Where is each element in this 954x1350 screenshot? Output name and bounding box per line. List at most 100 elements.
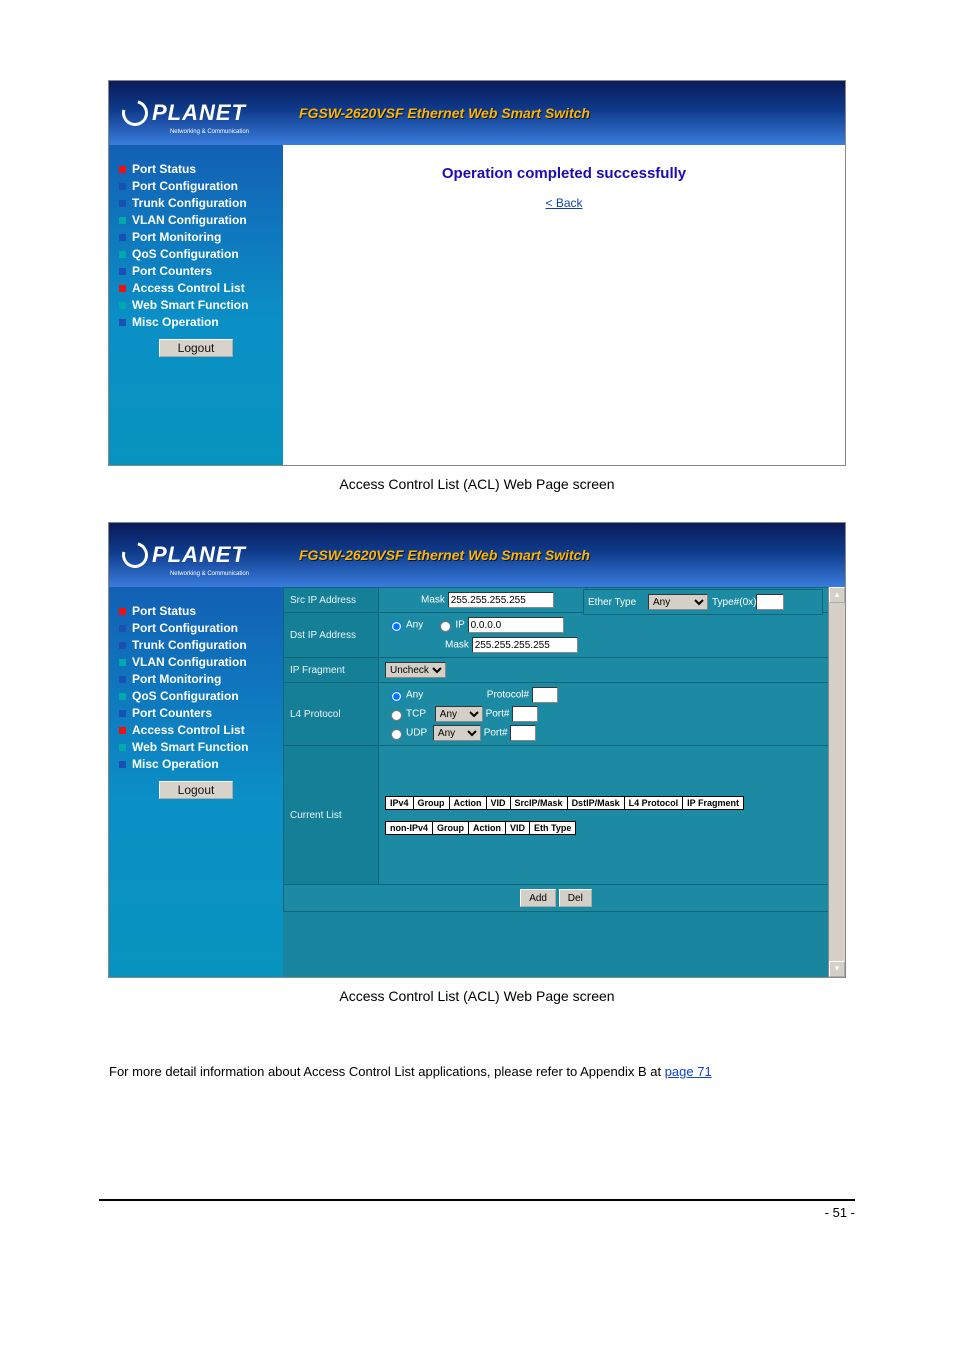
dst-ip-input[interactable] (468, 617, 564, 633)
bullet-icon (119, 200, 126, 207)
logout-button[interactable]: Logout (159, 781, 234, 799)
sidebar-item-trunk-config[interactable]: Trunk Configuration (119, 638, 273, 652)
l4-label: L4 Protocol (284, 683, 379, 746)
nav-label: Access Control List (132, 723, 245, 737)
ip-frag-label: IP Fragment (284, 658, 379, 683)
sidebar-item-misc[interactable]: Misc Operation (119, 315, 273, 329)
sidebar-item-misc[interactable]: Misc Operation (119, 757, 273, 771)
sidebar-item-vlan-config[interactable]: VLAN Configuration (119, 655, 273, 669)
nav-label: Access Control List (132, 281, 245, 295)
th: Action (469, 821, 506, 834)
ether-type-label: Ether Type (588, 597, 648, 608)
scroll-down-icon[interactable]: ▾ (829, 961, 845, 977)
bullet-icon (119, 659, 126, 666)
ip-frag-select[interactable]: Uncheck (385, 662, 446, 678)
main-panel: ▴ ▾ Ether Type Any Type#(0x) Src IP Addr… (283, 587, 845, 977)
bullet-icon (119, 251, 126, 258)
nav-label: Port Configuration (132, 179, 238, 193)
brand-logo: PLANET Networking & Communication (109, 81, 259, 145)
bullet-icon (119, 625, 126, 632)
src-ip-label: Src IP Address (284, 588, 379, 613)
add-button[interactable]: Add (520, 889, 556, 907)
scroll-up-icon[interactable]: ▴ (829, 587, 845, 603)
nav-label: VLAN Configuration (132, 655, 247, 669)
sidebar-item-qos-config[interactable]: QoS Configuration (119, 689, 273, 703)
sidebar-item-qos-config[interactable]: QoS Configuration (119, 247, 273, 261)
page-link[interactable]: page 71 (665, 1064, 712, 1079)
th: VID (506, 821, 530, 834)
dst-ip-label: Dst IP Address (284, 613, 379, 658)
l4-udp-port-input[interactable] (510, 725, 536, 741)
l4-cell: Any Protocol# TCP Any Port# (379, 683, 829, 746)
l4-tcp-port-input[interactable] (512, 706, 538, 722)
sidebar-item-port-status[interactable]: Port Status (119, 604, 273, 618)
bullet-icon (119, 285, 126, 292)
l4-any-label: Any (406, 689, 423, 700)
nav-label: Port Configuration (132, 621, 238, 635)
banner: PLANET Networking & Communication FGSW-2… (109, 523, 845, 587)
bullet-icon (119, 676, 126, 683)
main-panel: Operation completed successfully < Back (283, 145, 845, 465)
body-paragraph: For more detail information about Access… (109, 1064, 845, 1079)
logo-ring-icon (117, 95, 153, 131)
dst-ip-any-radio[interactable] (390, 621, 403, 632)
sidebar-item-port-monitor[interactable]: Port Monitoring (119, 230, 273, 244)
sidebar-item-port-config[interactable]: Port Configuration (119, 179, 273, 193)
l4-tcp-select[interactable]: Any (435, 706, 483, 722)
nav-label: Trunk Configuration (132, 638, 247, 652)
sidebar-item-acl[interactable]: Access Control List (119, 281, 273, 295)
scrollbar[interactable]: ▴ ▾ (828, 587, 845, 977)
nav-label: Misc Operation (132, 757, 219, 771)
ether-typehex-input[interactable] (756, 594, 784, 610)
footer-rule (99, 1199, 855, 1201)
l4-udp-radio[interactable] (390, 729, 403, 740)
th: Action (449, 796, 486, 809)
ipv4-header-table: IPv4 Group Action VID SrcIP/Mask DstIP/M… (385, 796, 744, 810)
bullet-icon (119, 217, 126, 224)
th: Group (413, 796, 449, 809)
bullet-icon (119, 761, 126, 768)
para-text: For more detail information about Access… (109, 1064, 665, 1079)
l4-tcp-radio[interactable] (390, 710, 403, 721)
back-link[interactable]: < Back (545, 196, 582, 210)
th: Eth Type (530, 821, 576, 834)
bullet-icon (119, 166, 126, 173)
acl-form: ▴ ▾ Ether Type Any Type#(0x) Src IP Addr… (283, 587, 845, 977)
sidebar-item-port-config[interactable]: Port Configuration (119, 621, 273, 635)
dst-ip-mask-input[interactable] (472, 637, 578, 653)
src-ip-mask-input[interactable] (448, 592, 554, 608)
ip-frag-cell: Uncheck (379, 658, 829, 683)
screenshot-success: PLANET Networking & Communication FGSW-2… (108, 80, 846, 466)
sidebar-item-vlan-config[interactable]: VLAN Configuration (119, 213, 273, 227)
ether-type-select[interactable]: Any (648, 594, 708, 610)
figure-caption-1: Access Control List (ACL) Web Page scree… (109, 476, 845, 492)
sidebar-item-trunk-config[interactable]: Trunk Configuration (119, 196, 273, 210)
logo-ring-icon (117, 537, 153, 573)
l4-tcp-port-label: Port# (486, 708, 510, 719)
logout-button[interactable]: Logout (159, 339, 234, 357)
th: Group (433, 821, 469, 834)
nav-label: Port Status (132, 604, 196, 618)
l4-any-radio[interactable] (390, 691, 403, 702)
current-list-label: Current List (284, 746, 379, 885)
th: VID (486, 796, 510, 809)
sidebar: Port Status Port Configuration Trunk Con… (109, 145, 283, 465)
bullet-icon (119, 268, 126, 275)
l4-udp-select[interactable]: Any (433, 725, 481, 741)
sidebar-item-web-smart[interactable]: Web Smart Function (119, 740, 273, 754)
src-ip-cell: Mask (379, 588, 587, 613)
banner: PLANET Networking & Communication FGSW-2… (109, 81, 845, 145)
dst-ip-ip-radio[interactable] (439, 621, 452, 632)
sidebar-item-web-smart[interactable]: Web Smart Function (119, 298, 273, 312)
sidebar-item-port-monitor[interactable]: Port Monitoring (119, 672, 273, 686)
sidebar-item-acl[interactable]: Access Control List (119, 723, 273, 737)
nav-label: Port Monitoring (132, 230, 221, 244)
del-button[interactable]: Del (559, 889, 592, 907)
banner-title: FGSW-2620VSF Ethernet Web Smart Switch (259, 105, 590, 121)
nav-label: QoS Configuration (132, 689, 239, 703)
sidebar-item-port-counters[interactable]: Port Counters (119, 264, 273, 278)
sidebar-item-port-counters[interactable]: Port Counters (119, 706, 273, 720)
l4-proto-input[interactable] (532, 687, 558, 703)
nav-label: Misc Operation (132, 315, 219, 329)
sidebar-item-port-status[interactable]: Port Status (119, 162, 273, 176)
